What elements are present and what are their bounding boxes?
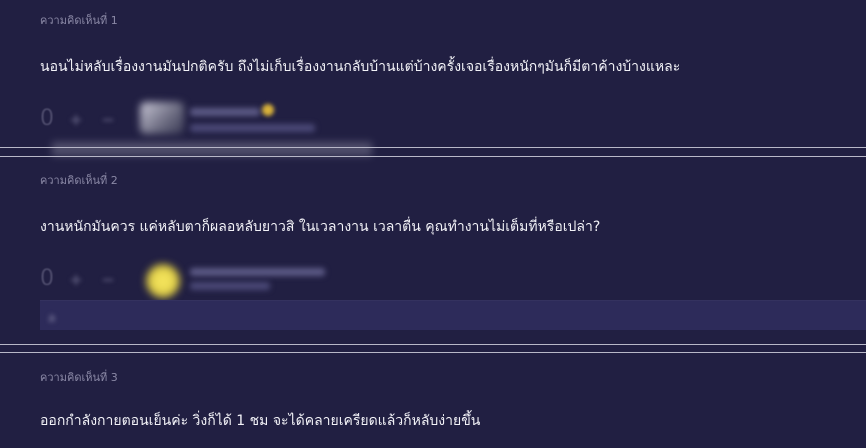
- minus-icon[interactable]: [98, 272, 118, 286]
- vote-row: 0: [40, 266, 118, 291]
- reply-preview-text: ล: [48, 311, 56, 325]
- comment-2: ความคิดเห็นที่ 2 งานหนักมันควร แค่หลับตา…: [0, 0, 866, 344]
- post-date-blurred: [190, 282, 270, 290]
- reply-preview-box[interactable]: ล: [40, 300, 866, 330]
- comment-text: งานหนักมันควร แค่หลับตาก็ผลอหลับยาวสิ ใน…: [40, 219, 601, 235]
- comment-text: ออกกำลังกายตอนเย็นค่ะ วิ่งก็ได้ 1 ชม จะไ…: [40, 413, 481, 429]
- divider: [0, 352, 866, 353]
- comment-3: ความคิดเห็นที่ 3 ออกกำลังกายตอนเย็นค่ะ ว…: [0, 356, 866, 448]
- avatar[interactable]: [146, 264, 180, 298]
- comment-number-label: ความคิดเห็นที่ 2: [40, 174, 118, 187]
- divider: [0, 344, 866, 345]
- username-blurred: [190, 268, 325, 276]
- vote-count: 0: [40, 266, 54, 291]
- comment-number-label: ความคิดเห็นที่ 3: [40, 371, 118, 384]
- comments-page: ความคิดเห็นที่ 1 นอนไม่หลับเรื่องงานมันป…: [0, 0, 866, 448]
- plus-icon[interactable]: [66, 272, 86, 286]
